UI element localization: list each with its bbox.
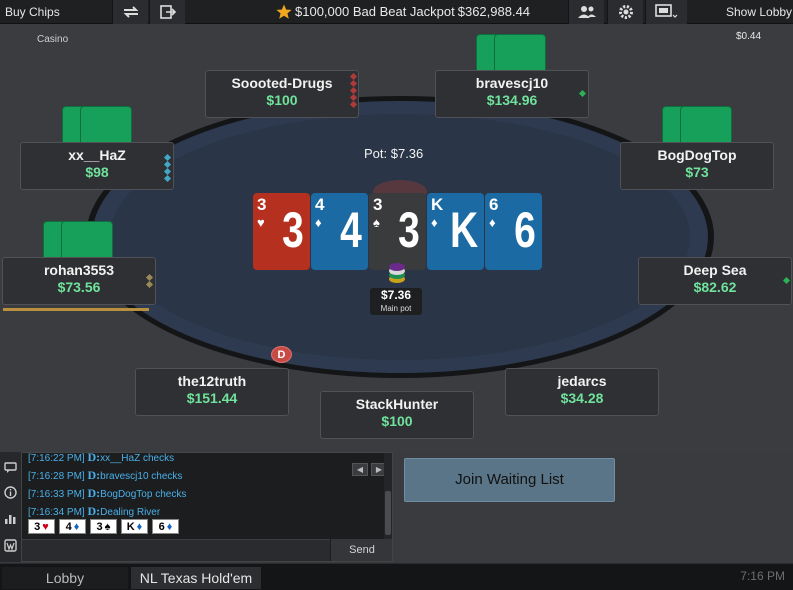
- mini-card: 3 ♠: [90, 519, 117, 534]
- stats-tab-button[interactable]: [3, 511, 18, 526]
- chat-tab-button[interactable]: [3, 460, 18, 475]
- seat-player[interactable]: Deep Sea $82.62: [638, 257, 792, 305]
- player-stack: $100: [381, 413, 413, 429]
- board-card-3: 3 ♠ 3: [369, 193, 426, 270]
- join-waiting-list-button[interactable]: Join Waiting List: [404, 458, 615, 502]
- board-card-1: 3 ♥ 3: [253, 193, 310, 270]
- info-tab-button[interactable]: [3, 485, 18, 500]
- pot-chips-icon: [389, 263, 405, 283]
- chat-line: [7:16:34 PM] D:Dealing River: [28, 504, 161, 518]
- mini-card: 4 ♦: [59, 519, 86, 534]
- send-button[interactable]: Send: [331, 539, 392, 561]
- board-card-4: K ♦ K: [427, 193, 484, 270]
- chat-bubble-icon: [4, 461, 17, 473]
- main-pot-label: Main pot: [380, 304, 412, 313]
- player-stack: $98: [85, 164, 109, 180]
- players-button[interactable]: [568, 0, 604, 24]
- player-notes-marker: [163, 153, 172, 183]
- board-card-2: 4 ♦ 4: [311, 193, 368, 270]
- settings-button[interactable]: [607, 0, 643, 24]
- seat-player[interactable]: xx__HaZ $98: [20, 142, 174, 190]
- window-tabbar: Lobby NL Texas Hold'em 7:16 PM: [0, 563, 793, 590]
- player-name: Soooted-Drugs: [231, 75, 333, 91]
- casino-label: Casino: [37, 34, 69, 45]
- chat-scroll-thumb[interactable]: [385, 491, 391, 535]
- main-pot-amount: $7.36: [380, 288, 412, 302]
- chat-sidebar-tabs: [0, 452, 21, 562]
- hole-card-back: [61, 221, 113, 261]
- player-name: bravescj10: [475, 75, 549, 91]
- seat-player[interactable]: rohan3553 $73.56: [2, 257, 156, 305]
- player-name: BogDogTop: [657, 147, 737, 163]
- hole-card-back: [680, 106, 732, 146]
- pot-label: Pot: $7.36: [364, 146, 424, 161]
- leave-table-icon: [159, 5, 176, 19]
- player-name: Deep Sea: [683, 262, 747, 278]
- player-stack: $151.44: [186, 390, 238, 406]
- hole-card-back: [494, 34, 546, 74]
- account-balance: $0.44: [736, 31, 762, 42]
- tab-nl-texas-holdem[interactable]: NL Texas Hold'em: [131, 567, 261, 589]
- mini-card: 3 ♥: [28, 519, 55, 534]
- bar-chart-icon: [5, 514, 16, 524]
- player-name: xx__HaZ: [68, 147, 126, 163]
- player-stack: $134.96: [486, 92, 538, 108]
- seat-player[interactable]: Soooted-Drugs $100: [205, 70, 359, 118]
- leave-table-button[interactable]: [149, 0, 185, 24]
- player-notes-marker: [349, 72, 358, 109]
- top-toolbar: Buy Chips $100,000 Bad Beat Jackpot $362…: [0, 0, 793, 24]
- players-icon: [577, 6, 596, 18]
- player-name: StackHunter: [355, 396, 439, 412]
- tab-lobby[interactable]: Lobby: [2, 567, 128, 589]
- player-stack: $73: [685, 164, 709, 180]
- player-notes-marker: [578, 89, 587, 98]
- notes-icon: [4, 539, 17, 552]
- star-icon: [276, 4, 292, 19]
- player-stack: $34.28: [560, 390, 604, 406]
- dealer-button: D: [271, 346, 292, 363]
- mini-card: 6 ♦: [152, 519, 179, 534]
- show-lobby-button[interactable]: Show Lobby: [726, 0, 792, 24]
- player-stack: $73.56: [57, 279, 101, 295]
- player-stack: $82.62: [693, 279, 737, 295]
- seat-player-hero[interactable]: StackHunter $100: [320, 391, 474, 439]
- player-name: rohan3553: [43, 262, 115, 278]
- swap-tables-button[interactable]: [112, 0, 148, 24]
- board-card-5: 6 ♦ 6: [485, 193, 542, 270]
- jackpot-label: $100,000 Bad Beat Jackpot: [295, 4, 455, 19]
- chat-input[interactable]: [22, 539, 330, 561]
- info-icon: [4, 486, 17, 499]
- seat-player[interactable]: BogDogTop $73: [620, 142, 774, 190]
- jackpot-value: $362,988.44: [457, 4, 531, 19]
- chat-line: [7:16:28 PM] D:bravescj10 checks: [28, 468, 183, 482]
- chat-line: [7:16:22 PM] D:xx__HaZ checks: [28, 452, 175, 464]
- chat-line: [7:16:33 PM] D:BogDogTop checks: [28, 486, 187, 500]
- seat-player[interactable]: the12truth $151.44: [135, 368, 289, 416]
- player-name: jedarcs: [557, 373, 607, 389]
- notes-tab-button[interactable]: [3, 538, 18, 553]
- jackpot-banner: $100,000 Bad Beat Jackpot $362,988.44: [276, 0, 530, 24]
- seat-player[interactable]: bravescj10 $134.96: [435, 70, 589, 118]
- poker-client-window: Buy Chips $100,000 Bad Beat Jackpot $362…: [0, 0, 793, 590]
- player-notes-marker: [145, 273, 154, 289]
- player-name: the12truth: [177, 373, 247, 389]
- clock: 7:16 PM: [740, 569, 785, 583]
- action-timer-bar: [3, 308, 149, 311]
- chat-board-summary: 3 ♥ 4 ♦ 3 ♠ K ♦ 6 ♦: [28, 519, 179, 534]
- player-notes-marker: [782, 276, 791, 285]
- seat-player[interactable]: jedarcs $34.28: [505, 368, 659, 416]
- mini-card: K ♦: [121, 519, 148, 534]
- chat-nav: ◀ ▶: [352, 463, 387, 476]
- buy-chips-button[interactable]: Buy Chips: [5, 0, 60, 24]
- layout-button[interactable]: [645, 0, 687, 24]
- chat-log: [7:16:22 PM] D:xx__HaZ checks [7:16:28 P…: [21, 452, 393, 562]
- chat-prev-button[interactable]: ◀: [352, 463, 368, 476]
- swap-tables-icon: [123, 6, 138, 18]
- player-stack: $100: [266, 92, 298, 108]
- main-pot: $7.36 Main pot: [370, 288, 422, 315]
- gear-icon: [618, 5, 633, 19]
- layout-icon: [654, 4, 677, 18]
- hole-card-back: [80, 106, 132, 146]
